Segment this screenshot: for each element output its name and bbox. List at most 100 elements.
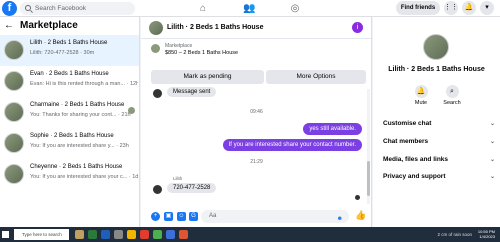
windows-taskbar: Type here to search 2 cm of rain soon 10… — [0, 227, 500, 242]
avatar — [4, 40, 24, 60]
find-friends-button[interactable]: Find friends — [396, 1, 440, 15]
chat-title[interactable]: Lilith · 2 Beds 1 Baths House — [167, 24, 263, 31]
mute-label: Mute — [414, 100, 428, 106]
chevron-down-icon: ⌄ — [489, 139, 495, 145]
conversation-title: Lilith · 2 Beds 1 Baths House — [30, 40, 108, 46]
message-timestamp: 09:46 — [250, 109, 263, 115]
weather-tray[interactable]: 2 cm of rain soon — [437, 232, 472, 237]
clock[interactable]: 10:55 PM 1/4/2023 — [478, 229, 495, 239]
app-icon[interactable] — [140, 230, 149, 239]
emoji-icon[interactable]: ☻ — [337, 213, 343, 226]
conversation-title: Sophie · 2 Beds 1 Baths House — [30, 133, 114, 139]
conversation-item[interactable]: Cheyenne · 2 Beds 1 Baths House You: If … — [0, 159, 139, 190]
conversation-info-panel: Lilith · 2 Beds 1 Baths House 🔔 Mute ⌕ S… — [373, 17, 500, 227]
chevron-down-icon: ⌄ — [489, 157, 495, 163]
conversation-preview: Evan: Hi is this rented through a man...… — [30, 81, 138, 87]
app-icon[interactable] — [88, 230, 97, 239]
chrome-icon[interactable] — [153, 230, 162, 239]
seen-indicator — [355, 195, 360, 200]
item-label: Chat members — [383, 138, 429, 145]
mark-as-pending-button[interactable]: Mark as pending — [151, 70, 264, 84]
conversation-preview: You: If you are interested share your c.… — [30, 174, 138, 180]
home-icon[interactable]: ⌂ — [197, 3, 209, 14]
message-bubble-outgoing: yes still available. — [303, 123, 362, 135]
listing-price: $850 – 2 Beds 1 Baths House — [165, 50, 239, 56]
contact-name: Lilith · 2 Beds 1 Baths House — [388, 66, 485, 73]
friends-icon[interactable]: 👥 — [243, 3, 255, 14]
search-icon: ⌕ — [445, 85, 459, 98]
windows-start-icon[interactable] — [2, 231, 9, 238]
search-placeholder: Search Facebook — [35, 5, 86, 12]
search-label: Search — [443, 100, 461, 106]
message-thread: Message sent 09:46 yes still available. … — [141, 87, 372, 204]
chevron-down-icon: ⌄ — [489, 121, 495, 127]
photo-icon[interactable]: ▣ — [164, 212, 173, 221]
scrollbar-thumb[interactable] — [367, 161, 370, 196]
marketplace-conversation-list: ← Marketplace Lilith · 2 Beds 1 Baths Ho… — [0, 17, 140, 227]
avatar — [4, 133, 24, 153]
media-files-links-item[interactable]: Media, files and links ⌄ — [383, 156, 495, 163]
page-title: Marketplace — [20, 20, 78, 31]
info-icon[interactable]: i — [352, 22, 363, 33]
avatar — [153, 185, 162, 194]
conversation-preview: You: If you are interested share y... · … — [30, 143, 129, 149]
sticker-icon[interactable]: ☺ — [177, 212, 186, 221]
folder-icon[interactable] — [127, 230, 136, 239]
taskbar-search-input[interactable]: Type here to search — [14, 229, 69, 240]
plus-icon[interactable]: + — [151, 212, 160, 221]
app-icon[interactable] — [166, 230, 175, 239]
customise-chat-item[interactable]: Customise chat ⌄ — [383, 120, 495, 127]
message-bubble-incoming: 720-477-2528 — [167, 183, 217, 193]
message-bubble-outgoing: If you are interested share your contact… — [222, 139, 362, 151]
chat-members-item[interactable]: Chat members ⌄ — [383, 138, 495, 145]
message-input[interactable]: Aa ☻ — [201, 210, 349, 223]
avatar — [4, 164, 24, 184]
message-placeholder: Aa — [209, 213, 217, 219]
more-options-button[interactable]: More Options — [266, 70, 366, 84]
conversation-item[interactable]: Evan · 2 Beds 1 Baths House Evan: Hi is … — [0, 66, 139, 97]
chat-header: Lilith · 2 Beds 1 Baths House i — [141, 17, 371, 39]
item-label: Media, files and links — [383, 156, 449, 163]
bell-icon[interactable]: 🔔 — [462, 1, 476, 15]
conversation-preview: Lilith: 720-477-2528 · 30m — [30, 50, 95, 56]
conversation-title: Evan · 2 Beds 1 Baths House — [30, 71, 109, 77]
like-thumb-icon[interactable]: 👍 — [355, 210, 366, 221]
gif-icon[interactable]: G — [189, 212, 198, 221]
menu-grid-icon[interactable]: ⋮⋮ — [444, 1, 458, 15]
listing-thumbnail — [151, 44, 160, 53]
privacy-support-item[interactable]: Privacy and support ⌄ — [383, 173, 495, 180]
conversation-item[interactable]: Lilith · 2 Beds 1 Baths House Lilith: 72… — [0, 35, 139, 66]
message-bubble-incoming: Message sent — [167, 87, 217, 97]
conversation-title: Charmaine · 2 Beds 1 Baths House — [30, 102, 125, 108]
chat-panel: Lilith · 2 Beds 1 Baths House i Marketpl… — [141, 17, 372, 227]
groups-icon[interactable]: ◎ — [289, 3, 301, 14]
app-icon[interactable] — [179, 230, 188, 239]
listing-summary[interactable]: Marketplace $850 – 2 Beds 1 Baths House — [141, 39, 371, 59]
app-icon[interactable] — [75, 230, 84, 239]
item-label: Customise chat — [383, 120, 432, 127]
clock-date: 1/4/2023 — [479, 234, 495, 239]
sender-name: Lilith — [173, 176, 183, 181]
seen-avatar-icon — [128, 107, 135, 114]
avatar[interactable] — [149, 21, 163, 35]
message-timestamp: 21:29 — [250, 159, 263, 165]
conversation-item[interactable]: Charmaine · 2 Beds 1 Baths House You: Th… — [0, 97, 139, 128]
back-arrow-icon[interactable]: ← — [4, 17, 14, 35]
account-chevron-icon[interactable]: ▾ — [480, 1, 494, 15]
listing-source: Marketplace — [165, 43, 193, 49]
marketplace-header: ← Marketplace — [0, 17, 139, 35]
item-label: Privacy and support — [383, 173, 446, 180]
search-conversation-button[interactable]: ⌕ Search — [437, 85, 467, 106]
facebook-logo[interactable]: f — [2, 1, 17, 16]
chevron-down-icon: ⌄ — [489, 174, 495, 180]
mute-button[interactable]: 🔔 Mute — [406, 85, 436, 106]
message-composer: + ▣ ☺ G Aa ☻ 👍 — [141, 207, 372, 227]
conversation-item[interactable]: Sophie · 2 Beds 1 Baths House You: If yo… — [0, 128, 139, 159]
conversation-title: Cheyenne · 2 Beds 1 Baths House — [30, 164, 123, 170]
conversation-preview: You: Thanks for sharing your cont... · 2… — [30, 112, 131, 118]
avatar — [4, 71, 24, 91]
search-facebook-input[interactable]: Search Facebook — [20, 2, 135, 15]
app-icon[interactable] — [114, 230, 123, 239]
bell-icon: 🔔 — [414, 85, 428, 98]
app-icon[interactable] — [101, 230, 110, 239]
